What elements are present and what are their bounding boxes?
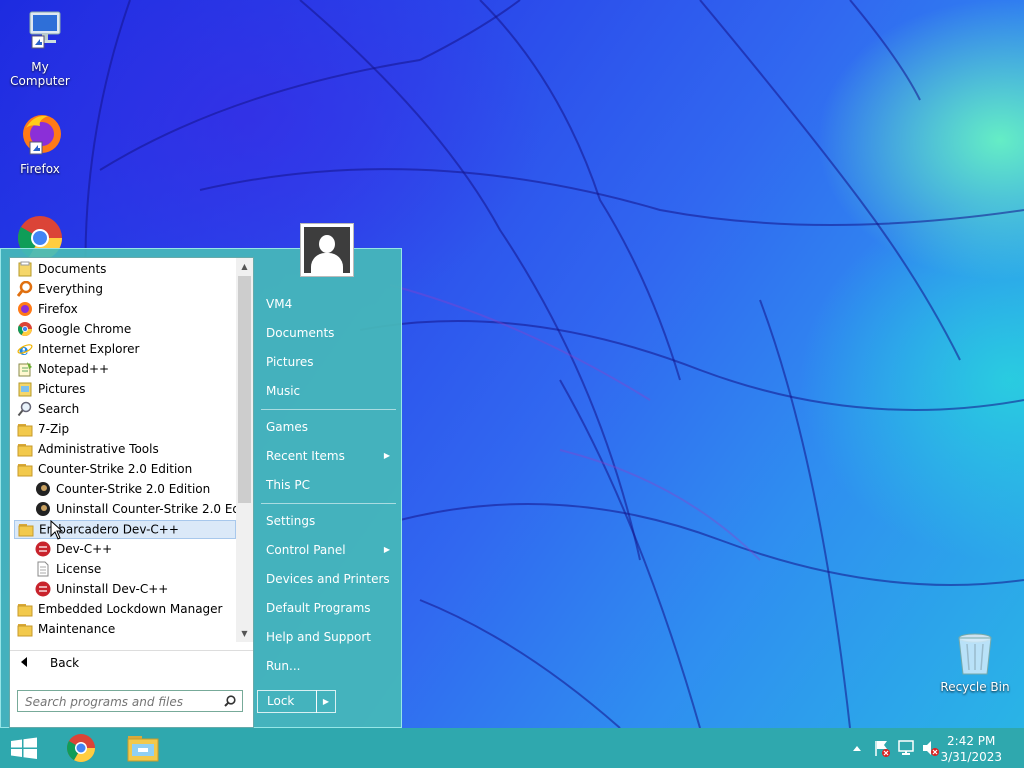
volume-muted-icon[interactable] [920, 728, 940, 768]
file-explorer-icon [127, 736, 159, 762]
clock-time: 2:42 PM [947, 734, 996, 748]
programs-pane: Documents Everything Firefox Google Chro… [9, 257, 254, 728]
start-item-pictures[interactable]: Pictures [259, 349, 396, 375]
back-button[interactable]: Back [10, 650, 253, 675]
search-box[interactable] [17, 690, 243, 712]
folder-icon [17, 441, 33, 457]
start-item-run[interactable]: Run... [259, 653, 396, 679]
program-item-uninstall-devcpp[interactable]: Uninstall Dev-C++ [32, 580, 236, 599]
start-item-recent-items[interactable]: Recent Items ▶ [259, 443, 396, 469]
start-item-documents[interactable]: Documents [259, 320, 396, 346]
firefox-icon [17, 301, 33, 317]
chrome-icon [17, 321, 33, 337]
documents-icon [17, 261, 33, 277]
document-icon [35, 561, 51, 577]
program-item-google-chrome[interactable]: Google Chrome [14, 320, 236, 339]
program-item-devcpp[interactable]: Dev-C++ [32, 540, 236, 559]
desktop-icon-firefox[interactable]: Firefox [0, 112, 80, 176]
taskbar-file-explorer-button[interactable] [120, 728, 166, 768]
program-folder-administrative-tools[interactable]: Administrative Tools [14, 440, 236, 459]
program-list: Documents Everything Firefox Google Chro… [10, 258, 239, 642]
search-icon[interactable] [224, 695, 236, 707]
program-folder-embedded-lockdown-manager[interactable]: Embedded Lockdown Manager [14, 600, 236, 619]
clock-date: 3/31/2023 [940, 750, 1002, 764]
back-label: Back [50, 656, 80, 670]
desktop-icon-recycle-bin[interactable]: Recycle Bin [935, 630, 1015, 694]
notepadpp-icon [17, 361, 33, 377]
start-item-user-vm4[interactable]: VM4 [259, 291, 396, 317]
program-item-firefox[interactable]: Firefox [14, 300, 236, 319]
submenu-arrow-icon: ▶ [383, 451, 390, 460]
program-item-uninstall-counter-strike[interactable]: Uninstall Counter-Strike 2.0 Edition [32, 500, 236, 519]
start-item-music[interactable]: Music [259, 378, 396, 404]
search-input[interactable] [23, 693, 217, 711]
network-icon[interactable] [896, 728, 916, 768]
program-folder-maintenance[interactable]: Maintenance [14, 620, 236, 639]
scrollbar-thumb[interactable] [238, 276, 251, 503]
program-item-notepadpp[interactable]: Notepad++ [14, 360, 236, 379]
separator [261, 409, 396, 410]
start-button[interactable] [0, 728, 48, 768]
firefox-icon [16, 112, 64, 160]
computer-icon [16, 10, 64, 58]
start-item-devices-and-printers[interactable]: Devices and Printers [259, 566, 396, 592]
start-item-games[interactable]: Games [259, 414, 396, 440]
scroll-up-icon[interactable]: ▲ [236, 258, 253, 275]
back-arrow-icon [21, 657, 27, 667]
windows-logo-icon [11, 737, 37, 759]
counter-strike-icon [35, 501, 51, 517]
lock-options-arrow-icon[interactable]: ▶ [316, 690, 336, 713]
program-item-pictures[interactable]: Pictures [14, 380, 236, 399]
folder-icon [17, 601, 33, 617]
internet-explorer-icon: e [17, 341, 33, 359]
desktop-icon-label: Recycle Bin [940, 680, 1010, 694]
mouse-cursor-icon [50, 520, 64, 540]
start-item-settings[interactable]: Settings [259, 508, 396, 534]
start-item-help-and-support[interactable]: Help and Support [259, 624, 396, 650]
desktop-icon-label: Firefox [20, 162, 60, 176]
submenu-arrow-icon: ▶ [383, 545, 390, 554]
pictures-icon [17, 381, 33, 397]
start-item-control-panel[interactable]: Control Panel ▶ [259, 537, 396, 563]
everything-icon [16, 280, 33, 297]
desktop-icon-label: My Computer [10, 60, 70, 88]
taskbar: 2:42 PM 3/31/2023 [0, 728, 1024, 768]
program-list-scrollbar[interactable]: ▲ ▼ [236, 258, 253, 642]
folder-icon [17, 621, 33, 637]
devcpp-icon [35, 581, 51, 597]
taskbar-chrome-button[interactable] [58, 728, 104, 768]
program-folder-embarcadero-devcpp[interactable]: Embarcadero Dev-C++ [14, 520, 236, 539]
user-picture[interactable] [300, 223, 354, 277]
folder-icon [18, 521, 34, 537]
scroll-down-icon[interactable]: ▼ [236, 625, 253, 642]
program-folder-7zip[interactable]: 7-Zip [14, 420, 236, 439]
search-icon [17, 401, 33, 417]
system-clock[interactable]: 2:42 PM 3/31/2023 [940, 733, 1002, 765]
program-item-everything[interactable]: Everything [14, 280, 236, 299]
start-item-this-pc[interactable]: This PC [259, 472, 396, 498]
program-item-license[interactable]: License [32, 560, 236, 579]
devcpp-icon [35, 541, 51, 557]
action-center-flag-icon[interactable] [872, 728, 892, 768]
separator [261, 503, 396, 504]
start-item-default-programs[interactable]: Default Programs [259, 595, 396, 621]
chrome-icon [67, 734, 95, 762]
show-hidden-icons-icon[interactable] [848, 728, 866, 768]
program-item-internet-explorer[interactable]: e Internet Explorer [14, 340, 236, 359]
counter-strike-icon [35, 481, 51, 497]
desktop-icon-my-computer[interactable]: My Computer [0, 10, 80, 88]
program-item-documents[interactable]: Documents [14, 260, 236, 279]
lock-button[interactable]: Lock [257, 690, 317, 713]
program-item-search[interactable]: Search [14, 400, 236, 419]
recycle-bin-icon [951, 630, 999, 678]
program-item-counter-strike[interactable]: Counter-Strike 2.0 Edition [32, 480, 236, 499]
folder-icon [17, 421, 33, 437]
program-folder-counter-strike[interactable]: Counter-Strike 2.0 Edition [14, 460, 236, 479]
user-avatar-icon [304, 227, 350, 273]
folder-icon [17, 461, 33, 477]
